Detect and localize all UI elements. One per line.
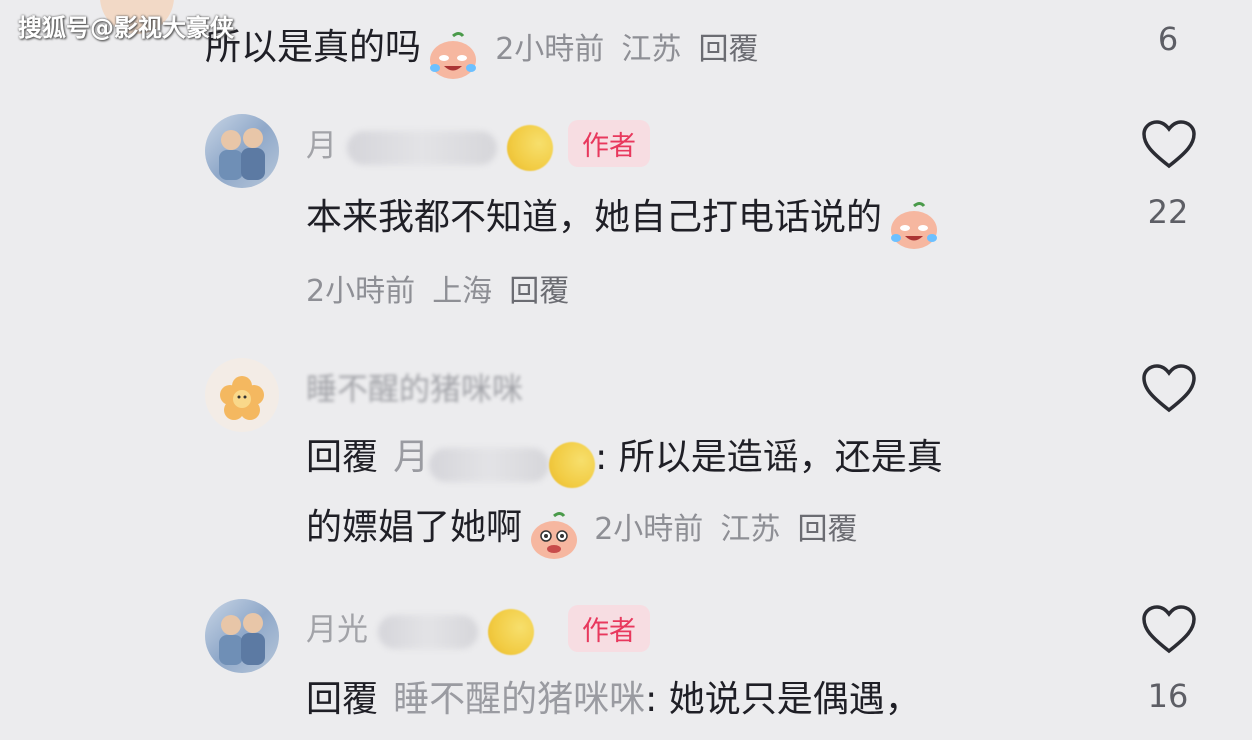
comment-text: 的嫖娼了她啊 xyxy=(306,507,523,548)
moon-emoji xyxy=(487,608,534,655)
comment-location: 江苏 xyxy=(720,512,781,547)
reply-button[interactable]: 回覆 xyxy=(509,274,569,309)
comment-body: 回覆 睡不醒的猪咪咪: 她说只是偶遇， xyxy=(306,670,921,722)
comment-time: 2小時前 xyxy=(306,274,416,309)
comment-location: 上海 xyxy=(432,274,493,309)
people-avatar-icon xyxy=(219,613,265,665)
comment-time: 2小時前 xyxy=(594,512,704,547)
comment-body: 回覆 月 : 所以是造谣，还是真 xyxy=(306,428,943,488)
username-text: 月 xyxy=(306,128,337,164)
username-text: 睡不醒的猪咪咪 xyxy=(306,372,523,408)
comment-location: 江苏 xyxy=(621,32,682,67)
crying-laughing-peach-emoji xyxy=(430,31,477,79)
heart-icon[interactable] xyxy=(1141,364,1197,414)
thinking-peach-emoji xyxy=(531,511,578,559)
reply-button[interactable]: 回覆 xyxy=(698,32,758,67)
comment-body-line2: 的嫖娼了她啊 2小時前 江苏 回覆 xyxy=(306,498,857,562)
blurred-username xyxy=(429,447,550,482)
blurred-username xyxy=(377,614,478,649)
comment-text: : 所以是造谣，还是真 xyxy=(595,437,943,478)
comment-text: 本来我都不知道，她自己打电话说的 xyxy=(306,197,883,238)
blurred-username xyxy=(346,130,497,165)
avatar[interactable] xyxy=(205,358,279,432)
like-count: 6 xyxy=(1157,20,1179,58)
author-badge: 作者 xyxy=(568,605,650,652)
reply-target[interactable]: 睡不醒的猪咪咪 xyxy=(393,679,645,720)
reply-prefix: 回覆 xyxy=(306,679,379,720)
heart-icon[interactable] xyxy=(1141,120,1197,170)
comment-body: 本来我都不知道，她自己打电话说的 xyxy=(306,188,941,252)
username[interactable]: 月 xyxy=(306,120,553,171)
author-badge: 作者 xyxy=(568,120,650,167)
avatar[interactable] xyxy=(205,114,279,188)
comment-meta: 2小時前 上海 回覆 xyxy=(306,266,569,310)
reply-prefix: 回覆 xyxy=(306,437,379,478)
username[interactable]: 睡不醒的猪咪咪 xyxy=(306,364,523,409)
people-avatar-icon xyxy=(219,128,265,180)
watermark: 搜狐号@影视大豪侠 xyxy=(18,14,234,42)
comment-text: 所以是真的吗 xyxy=(205,27,422,68)
moon-emoji xyxy=(506,124,553,171)
comment-top: 所以是真的吗 2小時前 江苏 回覆 xyxy=(205,18,758,82)
username-text: 月光 xyxy=(306,612,368,648)
username[interactable]: 月光 xyxy=(306,604,534,655)
crying-laughing-peach-emoji xyxy=(891,201,938,249)
moon-emoji xyxy=(549,441,596,488)
comment-time: 2小時前 xyxy=(495,32,605,67)
comment-text: : 她说只是偶遇， xyxy=(645,679,921,720)
reply-target[interactable]: 月 xyxy=(393,437,429,478)
like-count: 16 xyxy=(1147,677,1189,715)
like-count: 22 xyxy=(1147,193,1189,231)
avatar[interactable] xyxy=(205,599,279,673)
flower-avatar-icon xyxy=(220,376,264,420)
heart-icon[interactable] xyxy=(1141,605,1197,655)
reply-button[interactable]: 回覆 xyxy=(797,512,857,547)
